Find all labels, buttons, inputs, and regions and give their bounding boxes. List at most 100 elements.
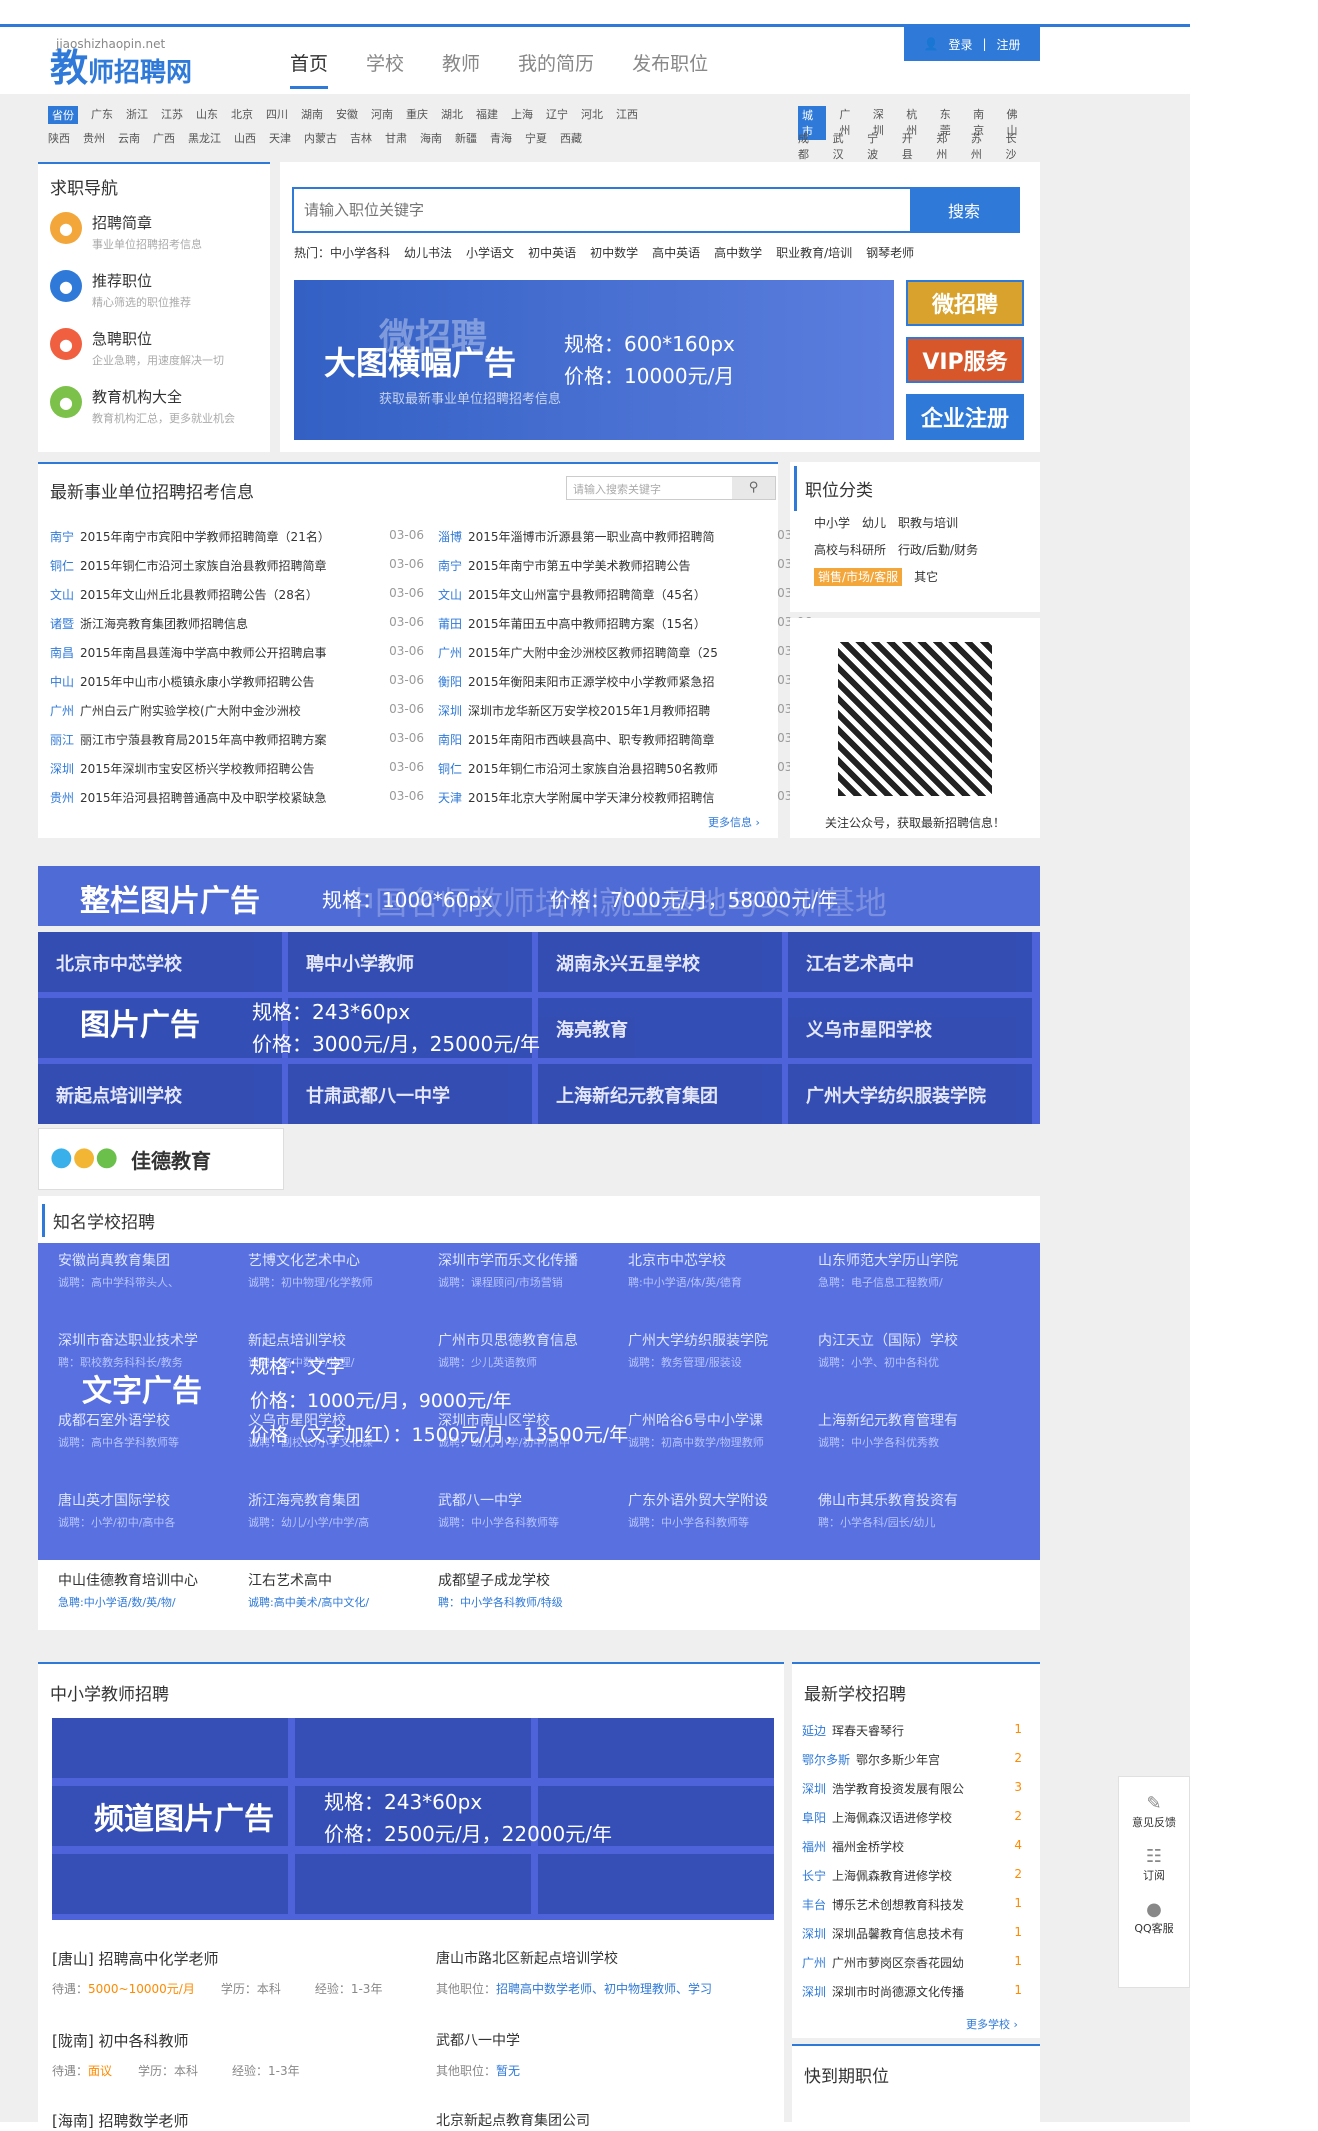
school-logo-ad[interactable]: 新起点培训学校 — [38, 1064, 282, 1124]
category-link[interactable]: 销售/市场/客服 — [814, 568, 903, 586]
news-item[interactable]: 深圳 2015年深圳市宝安区桥兴学校教师招聘公告 03-06 — [50, 760, 424, 777]
category-link[interactable]: 幼儿 — [862, 516, 886, 530]
channel-logo-ad[interactable] — [295, 1718, 531, 1778]
famous-school-item[interactable]: 广州大学纺织服装学院 诚聘：教务管理/服装设 — [628, 1330, 808, 1370]
job-org-cut[interactable]: 北京新起点教育集团公司 — [436, 2110, 590, 2130]
news-city[interactable]: 广州 — [50, 704, 74, 718]
news-city[interactable]: 铜仁 — [438, 762, 462, 776]
school-logo-ad[interactable]: 聘中小学教师 — [288, 932, 532, 992]
news-item[interactable]: 铜仁2015年铜仁市沿河土家族自治县招聘50名教师03-06 — [438, 760, 812, 777]
job-title-cut[interactable]: [海南] 招聘数学老师 — [52, 2110, 188, 2131]
city-link[interactable]: 湖北 — [441, 106, 463, 124]
city-link[interactable]: 广东 — [91, 106, 113, 124]
city-link[interactable]: 天津 — [269, 130, 291, 146]
news-item[interactable]: 文山2015年文山州富宁县教师招聘简章（45名）03-06 — [438, 586, 812, 603]
news-item[interactable]: 南宁 2015年南宁市宾阳中学教师招聘简章（21名） 03-06 — [50, 528, 424, 545]
latest-more-link[interactable]: 更多学校 › — [966, 2016, 1018, 2032]
city-link[interactable]: 宁波 — [867, 130, 889, 162]
search-input[interactable] — [294, 189, 914, 231]
news-item[interactable]: 广州2015年广大附中金沙洲校区教师招聘简章（2503-06 — [438, 644, 812, 661]
news-item[interactable]: 诸暨 浙江海亮教育集团教师招聘信息 03-06 — [50, 615, 424, 632]
job-title[interactable]: [陇南] 初中各科教师 — [52, 2030, 188, 2051]
news-city[interactable]: 衡阳 — [438, 675, 462, 689]
city-link[interactable]: 陕西 — [48, 130, 70, 146]
search-icon[interactable]: ⚲ — [732, 477, 775, 499]
qq-service-button[interactable]: ● QQ客服 — [1119, 1899, 1189, 1936]
channel-logo-ad[interactable] — [295, 1854, 531, 1914]
latest-city[interactable]: 阜阳 — [802, 1811, 826, 1825]
register-link[interactable]: 注册 — [997, 36, 1021, 53]
news-item[interactable]: 淄博2015年淄博市沂源县第一职业高中教师招聘简03-06 — [438, 528, 812, 545]
channel-logo-ad[interactable] — [538, 1854, 774, 1914]
job-other-links[interactable]: 招聘高中数学老师、初中物理教师、学习 — [496, 1982, 712, 1996]
news-city[interactable]: 南宁 — [50, 530, 74, 544]
category-link[interactable]: 其它 — [914, 570, 938, 584]
famous-school-item[interactable]: 江右艺术高中 诚聘:高中美术/高中文化/ — [248, 1570, 428, 1610]
feedback-button[interactable]: ✎ 意见反馈 — [1119, 1793, 1189, 1830]
banner-ad[interactable]: 微招聘 大图横幅广告 规格：600*160px 价格：10000元/月 获取最新事… — [294, 280, 894, 440]
nav-my-resume[interactable]: 我的简历 — [518, 49, 594, 89]
school-logo-ad[interactable]: 海亮教育 — [538, 998, 782, 1058]
famous-school-item[interactable]: 成都石室外语学校 诚聘：高中各学科教师等 — [58, 1410, 238, 1450]
news-city[interactable]: 天津 — [438, 791, 462, 805]
latest-city[interactable]: 福州 — [802, 1840, 826, 1854]
city-link[interactable]: 上海 — [511, 106, 533, 124]
news-item[interactable]: 广州 广州白云广附实验学校(广大附中金沙洲校 03-06 — [50, 702, 424, 719]
category-link[interactable]: 职教与培训 — [898, 516, 958, 530]
city-link[interactable]: 江西 — [616, 106, 638, 124]
hot-keyword[interactable]: 初中英语 — [528, 246, 576, 260]
nav-schools[interactable]: 学校 — [366, 49, 404, 89]
city-link[interactable]: 青海 — [490, 130, 512, 146]
latest-city[interactable]: 深圳 — [802, 1927, 826, 1941]
latest-school-item[interactable]: 深圳 浩学教育投资发展有限公 3 — [802, 1780, 1022, 1797]
nav-teachers[interactable]: 教师 — [442, 49, 480, 89]
news-city[interactable]: 丽江 — [50, 733, 74, 747]
famous-school-item[interactable]: 内江天立（国际）学校 诚聘：小学、初中各科优 — [818, 1330, 998, 1370]
job-other-links[interactable]: 暂无 — [496, 2064, 520, 2078]
news-item[interactable]: 文山 2015年文山州丘北县教师招聘公告（28名） 03-06 — [50, 586, 424, 603]
hot-keyword[interactable]: 职业教育/培训 — [776, 246, 852, 260]
news-city[interactable]: 深圳 — [438, 704, 462, 718]
news-item[interactable]: 贵州 2015年沿河县招聘普通高中及中职学校紧缺急 03-06 — [50, 789, 424, 806]
famous-school-item[interactable]: 安徽尚真教育集团 诚聘：高中学科带头人、 — [58, 1250, 238, 1290]
hot-keyword[interactable]: 中小学各科 — [330, 246, 390, 260]
city-link[interactable]: 辽宁 — [546, 106, 568, 124]
news-city[interactable]: 淄博 — [438, 530, 462, 544]
nav-post-job[interactable]: 发布职位 — [632, 49, 708, 89]
news-item[interactable]: 铜仁 2015年铜仁市沿河土家族自治县教师招聘简章 03-06 — [50, 557, 424, 574]
job-nav-item[interactable]: ● 急聘职位 企业急聘，用速度解决一切 — [50, 328, 224, 368]
city-link[interactable]: 海南 — [420, 130, 442, 146]
latest-school-item[interactable]: 丰台 博乐艺术创想教育科技发 1 — [802, 1896, 1022, 1913]
latest-city[interactable]: 长宁 — [802, 1869, 826, 1883]
job-nav-item[interactable]: ● 教育机构大全 教育机构汇总，更多就业机会 — [50, 386, 235, 426]
news-city[interactable]: 莆田 — [438, 617, 462, 631]
city-link[interactable]: 广西 — [153, 130, 175, 146]
school-logo-ad[interactable]: 广州大学纺织服装学院 — [788, 1064, 1032, 1124]
category-link[interactable]: 高校与科研所 — [814, 543, 886, 557]
school-logo-ad[interactable]: 北京市中芯学校 — [38, 932, 282, 992]
school-logo-ad[interactable]: 义乌市星阳学校 — [788, 998, 1032, 1058]
city-link[interactable]: 西藏 — [560, 130, 582, 146]
nav-home[interactable]: 首页 — [290, 49, 329, 89]
city-link[interactable]: 贵州 — [83, 130, 105, 146]
news-item[interactable]: 丽江 丽江市宁蒗县教育局2015年高中教师招聘方案 03-06 — [50, 731, 424, 748]
news-city[interactable]: 深圳 — [50, 762, 74, 776]
famous-school-item[interactable]: 北京市中芯学校 聘:中小学语/体/英/德育 — [628, 1250, 808, 1290]
famous-school-item[interactable]: 浙江海亮教育集团 诚聘：幼儿/小学/中学/高 — [248, 1490, 428, 1530]
city-link[interactable]: 武汉 — [833, 130, 855, 162]
news-city[interactable]: 广州 — [438, 646, 462, 660]
city-link[interactable]: 山东 — [196, 106, 218, 124]
full-bar-ad[interactable]: 中国名师教师培训就业基地与实训基地 整栏图片广告 规格：1000*60px 价格… — [38, 866, 1040, 926]
famous-school-item[interactable]: 广州哈谷6号中小学课 诚聘：初高中数学/物理教师 — [628, 1410, 808, 1450]
news-more-link[interactable]: 更多信息 › — [708, 814, 760, 830]
latest-school-item[interactable]: 福州 福州金桥学校 4 — [802, 1838, 1022, 1855]
news-city[interactable]: 文山 — [438, 588, 462, 602]
job-nav-item[interactable]: ● 招聘简章 事业单位招聘招考信息 — [50, 212, 202, 252]
latest-school-item[interactable]: 延边 珲春天睿琴行 1 — [802, 1722, 1022, 1739]
news-item[interactable]: 天津2015年北京大学附属中学天津分校教师招聘信03-06 — [438, 789, 812, 806]
famous-school-item[interactable]: 上海新纪元教育管理有 诚聘：中小学各科优秀教 — [818, 1410, 998, 1450]
search-button[interactable]: 搜索 — [910, 189, 1018, 231]
famous-school-item[interactable]: 成都望子成龙学校 聘：中小学各科教师/特级 — [438, 1570, 618, 1610]
city-link[interactable]: 河北 — [581, 106, 603, 124]
city-link[interactable]: 宁夏 — [525, 130, 547, 146]
